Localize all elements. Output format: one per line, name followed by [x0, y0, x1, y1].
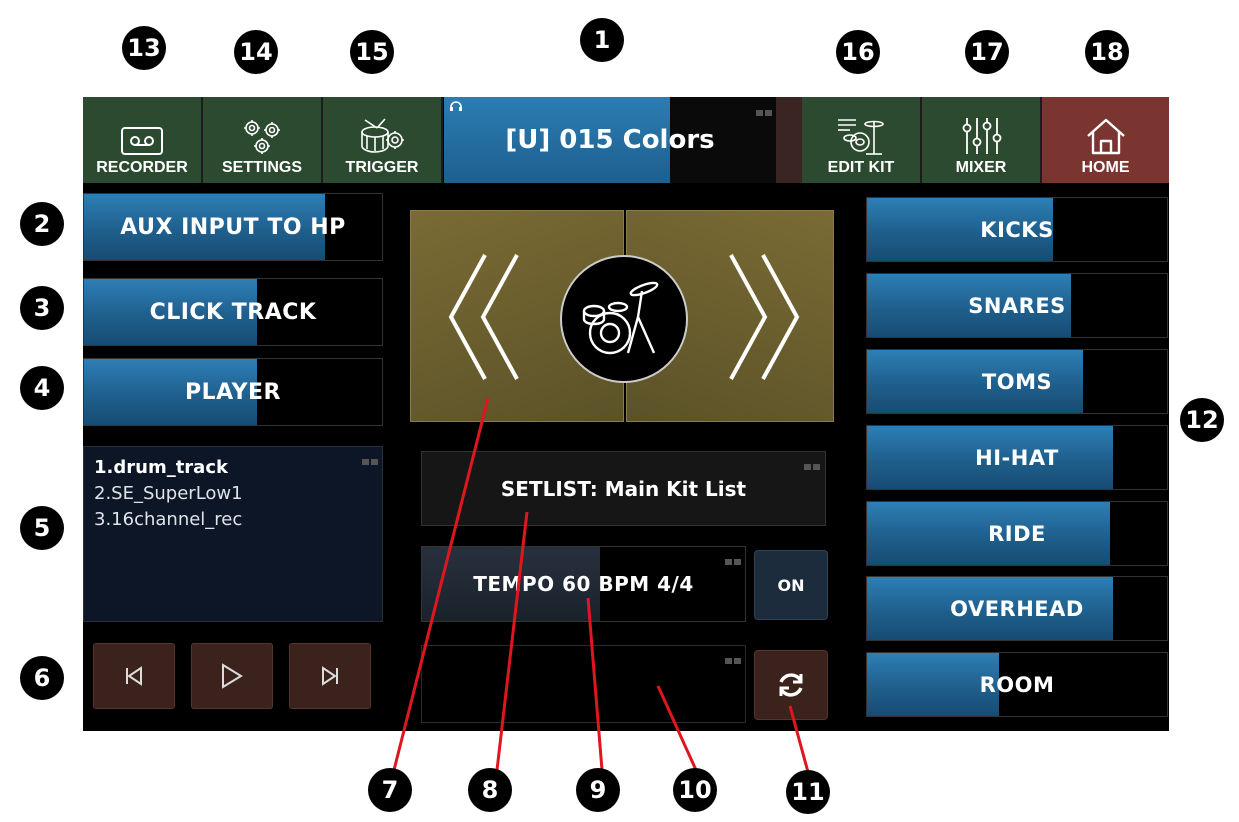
callout-11: 11 — [786, 770, 830, 814]
callout-4: 4 — [20, 366, 64, 410]
callout-18: 18 — [1085, 30, 1129, 74]
callout-12: 12 — [1180, 398, 1224, 442]
callout-8: 8 — [468, 768, 512, 812]
callout-13: 13 — [122, 26, 166, 70]
callout-14: 14 — [234, 30, 278, 74]
callout-1: 1 — [580, 18, 624, 62]
callout-16: 16 — [836, 30, 880, 74]
callout-15: 15 — [350, 30, 394, 74]
callout-10: 10 — [673, 768, 717, 812]
callout-9: 9 — [576, 768, 620, 812]
callout-2: 2 — [20, 202, 64, 246]
callout-5: 5 — [20, 506, 64, 550]
callout-6: 6 — [20, 656, 64, 700]
callout-17: 17 — [965, 30, 1009, 74]
callout-7: 7 — [368, 768, 412, 812]
callout-3: 3 — [20, 286, 64, 330]
annotation-lines — [392, 397, 810, 773]
